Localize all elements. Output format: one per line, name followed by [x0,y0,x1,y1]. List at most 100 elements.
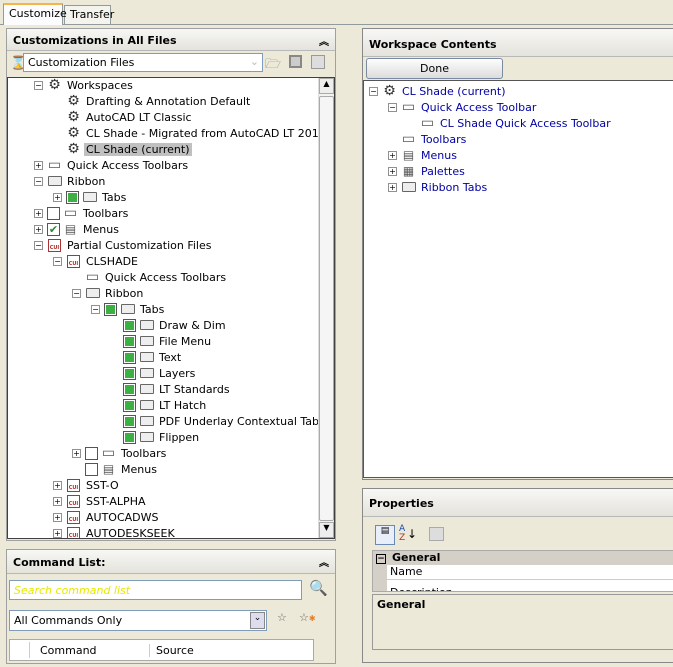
property-row-description[interactable]: Description [387,580,673,591]
collapse-icon[interactable]: − [34,80,43,90]
expand-icon[interactable]: + [34,208,43,218]
checkbox[interactable] [66,190,79,204]
checkbox[interactable] [85,462,98,476]
sort-alphabetical-icon[interactable]: AZ [399,525,405,543]
tree-item[interactable]: − ▭ Quick Access Toolbar [364,99,538,115]
search-command-input[interactable]: Search command list [9,580,302,600]
expand-icon[interactable]: + [53,480,62,490]
tree-item[interactable]: + Ribbon Tabs [364,179,489,195]
tree-item[interactable]: Layers [8,365,197,381]
load-partial-icon[interactable] [311,55,325,69]
collapse-icon[interactable]: − [72,288,81,298]
tree-item[interactable]: − ⚙ CL Shade (current) [364,83,508,99]
chevron-down-icon[interactable]: ⌄ [250,55,259,68]
tree-item[interactable]: ⚙ Drafting & Annotation Default [8,93,252,109]
tree-item[interactable]: Flippen [8,429,201,445]
tab-customize[interactable]: Customize [3,3,67,25]
tree-item[interactable]: LT Hatch [8,397,208,413]
checkbox[interactable] [123,350,136,364]
tree-item[interactable]: + CUI SST-ALPHA [8,493,148,509]
expand-icon[interactable]: + [53,496,62,506]
tree-item-label: CLSHADE [86,254,139,268]
search-icon[interactable]: 🔍 [309,579,328,597]
tree-item[interactable]: LT Standards [8,381,232,397]
checkbox[interactable] [123,318,136,332]
tree-item[interactable]: ▭ Toolbars [364,131,468,147]
tree-item[interactable]: − CUI CLSHADE [8,253,140,269]
chevron-down-icon[interactable]: ⌄ [250,612,265,629]
collapse-icon[interactable]: − [53,256,62,266]
expand-icon[interactable]: + [388,150,397,160]
tree-scrollbar[interactable]: ▲ ▼ [318,78,334,538]
tree-item[interactable]: + CUI SST-O [8,477,121,493]
checkbox[interactable] [47,206,60,220]
tree-item[interactable]: + ▭ Toolbars [8,445,168,461]
tree-item[interactable]: + CUI AUTOCADWS [8,509,161,525]
scroll-down-button[interactable]: ▼ [319,522,334,538]
tree-item[interactable]: File Menu [8,333,213,349]
categorized-view-button[interactable]: ▤ [375,525,395,545]
expand-icon[interactable]: + [388,182,397,192]
tree-item[interactable]: ▤ Menus [8,461,159,477]
checkbox[interactable] [123,334,136,348]
collapse-icon[interactable]: − [388,102,397,112]
file-select[interactable]: Customization Files ⌄ [23,53,263,72]
tree-item[interactable]: ▭ CL Shade Quick Access Toolbar [364,115,613,131]
column-source[interactable]: Source [150,644,194,657]
tree-item[interactable]: − Ribbon [8,285,145,301]
expand-icon[interactable]: + [34,224,43,234]
property-pages-icon[interactable] [429,527,444,541]
collapse-icon[interactable]: − [34,176,43,186]
tree-item[interactable]: PDF Underlay Contextual Tab [8,413,321,429]
column-command[interactable]: Command [30,643,150,657]
expand-icon[interactable]: + [53,192,62,202]
tab-transfer[interactable]: Transfer [64,5,114,24]
expand-icon[interactable]: + [53,512,62,522]
collapse-icon[interactable]: − [369,86,378,96]
command-filter-select[interactable]: All Commands Only ⌄ [9,610,267,631]
tree-item[interactable]: − ⚙ Workspaces [8,78,135,93]
collapse-icon[interactable]: ︽ [319,33,329,48]
collapse-icon[interactable]: − [34,240,43,250]
tree-item[interactable]: − Tabs [8,301,166,317]
tree-item[interactable]: + CUI AUTODESKSEEK [8,525,177,538]
tree-item[interactable]: ⚙ CL Shade (current) [8,141,192,157]
tree-item[interactable]: Text [8,349,183,365]
tree-item[interactable]: + Tabs [8,189,128,205]
new-command-icon[interactable]: ☆✱ [299,611,316,624]
checkbox[interactable] [123,382,136,396]
checkbox[interactable] [104,302,117,316]
tree-item[interactable]: ⚙ CL Shade - Migrated from AutoCAD LT 201… [8,125,328,141]
tree-item[interactable]: − CUI Partial Customization Files [8,237,213,253]
tree-item[interactable]: + ▭ Quick Access Toolbars [8,157,190,173]
collapse-icon[interactable]: − [91,304,100,314]
tree-item[interactable]: + ▤ Menus [364,147,459,163]
collapse-icon[interactable]: ︽ [319,554,329,569]
tree-item[interactable]: − Ribbon [8,173,107,189]
tree-item[interactable]: Draw & Dim [8,317,228,333]
checkbox[interactable] [123,414,136,428]
tree-item[interactable]: ▭ Quick Access Toolbars [8,269,228,285]
expand-icon[interactable]: + [53,528,62,538]
save-icon[interactable] [289,55,302,68]
category-general[interactable]: − General [373,551,673,565]
expand-icon[interactable]: + [34,160,43,170]
property-row-name[interactable]: Name [387,565,673,580]
scroll-up-button[interactable]: ▲ [319,78,334,94]
collapse-category-icon[interactable]: − [376,554,386,564]
checkbox[interactable] [85,446,98,460]
find-command-icon[interactable]: ☆ [277,611,287,624]
checkbox[interactable] [123,366,136,380]
checkbox[interactable] [123,398,136,412]
tree-item[interactable]: + ✔ ▤ Menus [8,221,121,237]
tree-item[interactable]: + ▭ Toolbars [8,205,130,221]
tree-item[interactable]: + ▦ Palettes [364,163,467,179]
open-file-icon[interactable]: 🗁 [265,55,281,77]
tree-item[interactable]: ⚙ AutoCAD LT Classic [8,109,194,125]
expand-icon[interactable]: + [72,448,81,458]
checkbox[interactable] [123,430,136,444]
done-button[interactable]: Done [366,58,503,79]
expand-icon[interactable]: + [388,166,397,176]
scroll-thumb[interactable] [319,96,334,521]
checkbox[interactable]: ✔ [47,222,60,236]
